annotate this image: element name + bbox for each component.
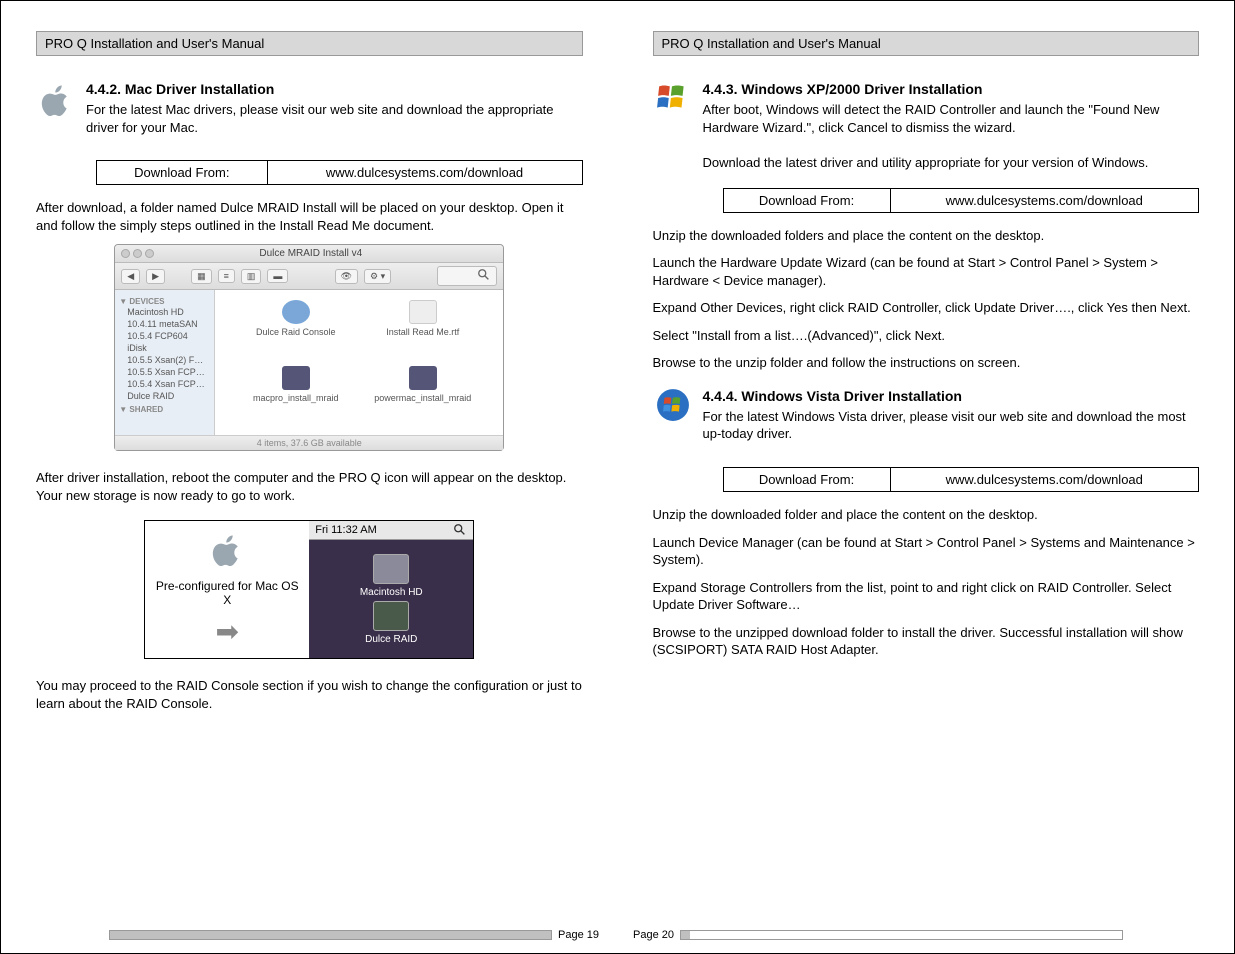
mac-p4: You may proceed to the RAID Console sect… (36, 677, 583, 712)
page-number-left: Page 19 (558, 929, 599, 941)
xp-p4: Launch the Hardware Update Wizard (can b… (653, 254, 1200, 289)
vista-heading: 4.4.4. Windows Vista Driver Installation (703, 388, 1200, 404)
action-button[interactable]: ⚙ ▾ (364, 269, 391, 284)
mac-download-table: Download From:www.dulcesystems.com/downl… (96, 160, 583, 185)
xp-p7: Browse to the unzip folder and follow th… (653, 354, 1200, 372)
view-col-button[interactable]: ▥ (241, 269, 262, 284)
mac-heading: 4.4.2. Mac Driver Installation (86, 81, 583, 97)
preconfigured-label: Pre-configured for Mac OS X (155, 579, 299, 607)
back-button[interactable]: ◀ (121, 269, 140, 284)
xp-p6: Select "Install from a list….(Advanced)"… (653, 327, 1200, 345)
download-label: Download From: (723, 468, 890, 492)
finder-item[interactable]: Install Read Me.rtf (362, 300, 483, 360)
finder-title: Dulce MRAID Install v4 (154, 248, 467, 259)
mac-p2: After download, a folder named Dulce MRA… (36, 199, 583, 234)
finder-item[interactable]: powermac_install_mraid (362, 366, 483, 426)
search-icon (477, 268, 491, 282)
list-item[interactable]: 10.5.4 Xsan FCP… (119, 378, 210, 390)
header-left: PRO Q Installation and User's Manual (36, 31, 583, 56)
vista-download-table: Download From:www.dulcesystems.com/downl… (723, 467, 1200, 492)
desktop-icon-raid[interactable]: Dulce RAID (365, 601, 417, 645)
download-label: Download From: (97, 161, 268, 185)
desktop-screenshot: Pre-configured for Mac OS X ➡ Fri 11:32 … (144, 520, 474, 659)
finder-status: 4 items, 37.6 GB available (115, 435, 503, 450)
xp-p3: Unzip the downloaded folders and place t… (653, 227, 1200, 245)
vista-p2: Unzip the downloaded folder and place th… (653, 506, 1200, 524)
download-url: www.dulcesystems.com/download (890, 468, 1198, 492)
apple-icon (210, 531, 244, 571)
vista-p5: Browse to the unzipped download folder t… (653, 624, 1200, 659)
finder-window: Dulce MRAID Install v4 ◀ ▶ ▦ ≡ ▥ ▬ 👁 ⚙ ▾ (114, 244, 504, 451)
list-item[interactable]: 10.4.11 metaSAN (119, 318, 210, 330)
arrow-icon: ➡ (216, 615, 239, 648)
xp-p1: After boot, Windows will detect the RAID… (703, 101, 1200, 136)
menubar-time: Fri 11:32 AM (315, 524, 377, 536)
download-url: www.dulcesystems.com/download (267, 161, 582, 185)
vista-p3: Launch Device Manager (can be found at S… (653, 534, 1200, 569)
list-item[interactable]: 10.5.5 Xsan(2) F… (119, 354, 210, 366)
view-cover-button[interactable]: ▬ (267, 269, 288, 283)
windows-xp-icon (653, 81, 693, 115)
download-label: Download From: (723, 188, 890, 212)
list-item[interactable]: Dulce RAID (119, 390, 210, 402)
view-icon-button[interactable]: ▦ (191, 269, 212, 284)
footer-right: Page 20 (633, 929, 1123, 941)
finder-sidebar: ▼ DEVICES Macintosh HD 10.4.11 metaSAN 1… (115, 290, 215, 435)
vista-p4: Expand Storage Controllers from the list… (653, 579, 1200, 614)
header-right: PRO Q Installation and User's Manual (653, 31, 1200, 56)
vista-p1: For the latest Windows Vista driver, ple… (703, 408, 1200, 443)
list-item[interactable]: Macintosh HD (119, 306, 210, 318)
view-list-button[interactable]: ≡ (218, 269, 235, 283)
page-right: PRO Q Installation and User's Manual 4.4… (618, 1, 1235, 953)
page-left: PRO Q Installation and User's Manual 4.4… (1, 1, 618, 953)
footer-left: Page 19 (109, 929, 599, 941)
page-number-right: Page 20 (633, 929, 674, 941)
list-item[interactable]: 10.5.5 Xsan FCP… (119, 366, 210, 378)
finder-item[interactable]: macpro_install_mraid (235, 366, 356, 426)
windows-vista-icon (653, 388, 693, 422)
mac-p1: For the latest Mac drivers, please visit… (86, 101, 583, 136)
xp-p5: Expand Other Devices, right click RAID C… (653, 299, 1200, 317)
list-item[interactable]: iDisk (119, 342, 210, 354)
forward-button[interactable]: ▶ (146, 269, 165, 284)
xp-heading: 4.4.3. Windows XP/2000 Driver Installati… (703, 81, 1200, 97)
xp-p2: Download the latest driver and utility a… (703, 154, 1200, 172)
download-url: www.dulcesystems.com/download (890, 188, 1198, 212)
spotlight-icon[interactable] (453, 523, 467, 537)
apple-icon (36, 81, 76, 121)
xp-download-table: Download From:www.dulcesystems.com/downl… (723, 188, 1200, 213)
list-item[interactable]: 10.5.4 FCP604 (119, 330, 210, 342)
finder-search[interactable] (437, 266, 497, 286)
finder-item[interactable]: Dulce Raid Console (235, 300, 356, 360)
desktop-icon-hd[interactable]: Macintosh HD (360, 554, 423, 598)
quicklook-button[interactable]: 👁 (335, 269, 358, 284)
mac-p3: After driver installation, reboot the co… (36, 469, 583, 504)
